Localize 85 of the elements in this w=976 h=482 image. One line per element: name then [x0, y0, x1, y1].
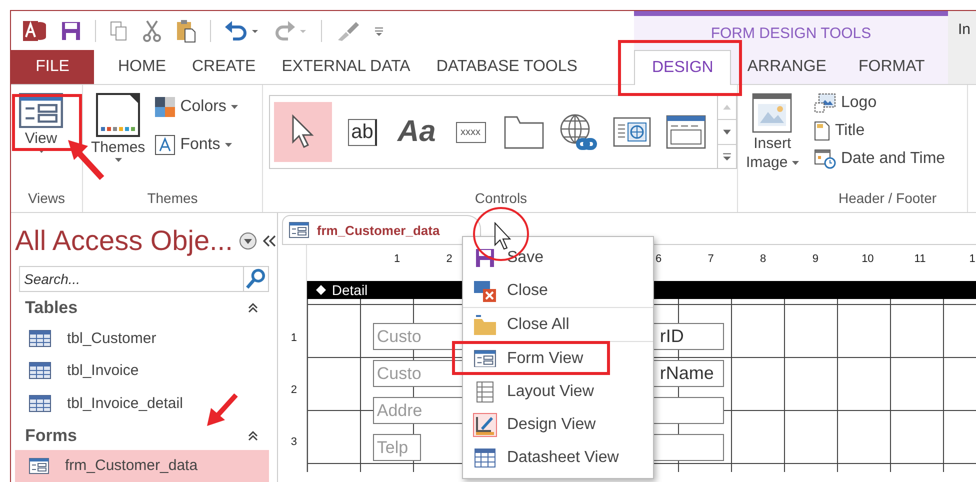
ribbon-tab[interactable]: DESIGN	[634, 50, 732, 85]
search-field[interactable]: Search...	[19, 266, 243, 292]
header-footer-button[interactable]: Logo	[812, 91, 879, 115]
table-icon	[29, 330, 51, 347]
customize-menu-icon[interactable]	[374, 24, 384, 36]
button-control-icon: xxxx	[456, 122, 486, 142]
navigation-item[interactable]: tbl_Invoice	[15, 354, 269, 388]
calendar-clock-icon	[814, 149, 836, 169]
annotation-arrow	[205, 392, 239, 428]
undo-icon[interactable]	[225, 20, 259, 40]
navigation-control-icon	[666, 115, 706, 149]
menu-item[interactable]: Datasheet View	[463, 441, 653, 474]
table-icon	[29, 362, 51, 380]
scroll-down-icon[interactable]	[718, 119, 736, 145]
color-swatch-icon	[155, 97, 176, 117]
ribbon-tab[interactable]: FILE	[11, 50, 94, 84]
page-icon	[814, 121, 830, 141]
group-label: Controls	[474, 190, 528, 208]
caret-icon	[225, 143, 232, 147]
group-heading: Forms	[25, 426, 77, 446]
account-name[interactable]: In	[948, 11, 976, 84]
header-footer-button[interactable]: Date and Time	[812, 147, 948, 171]
paste-icon[interactable]	[176, 18, 196, 42]
dropdown-icon[interactable]	[238, 232, 257, 250]
ribbon-tab[interactable]: EXTERNAL DATA	[268, 50, 424, 84]
gallery-item[interactable]: xxxx	[448, 102, 494, 162]
ribbon-tab[interactable]: HOME	[105, 50, 179, 84]
search-icon[interactable]	[242, 266, 269, 292]
font-letter-icon	[155, 135, 176, 155]
ribbon-tab[interactable]: DATABASE TOOLS	[423, 50, 590, 84]
header-footer-button[interactable]: Title	[812, 119, 867, 143]
caret-icon	[792, 160, 799, 164]
navigation-item[interactable]: frm_Customer_data	[15, 450, 269, 482]
window-close-icon	[473, 278, 497, 302]
save-icon[interactable]	[61, 20, 81, 40]
gallery-item[interactable]	[274, 102, 332, 162]
caret-icon	[231, 105, 238, 109]
ribbon-tab[interactable]: ARRANGE	[731, 50, 842, 84]
table-icon	[29, 394, 51, 412]
ribbon-tab[interactable]: CREATE	[179, 50, 269, 84]
layout-grid-icon	[475, 380, 495, 402]
navigation-item[interactable]: tbl_Invoice_detail	[15, 387, 269, 420]
collapse-pane-icon[interactable]	[262, 234, 277, 247]
web-browser-icon	[613, 117, 652, 147]
pointer-icon	[290, 114, 315, 150]
themes-icon	[96, 93, 140, 137]
gallery-item[interactable]: Aa	[394, 102, 440, 162]
ruler-pencil-icon	[473, 412, 497, 436]
brush-icon[interactable]	[336, 20, 360, 42]
form-icon	[29, 458, 49, 474]
group-label: Header / Footer	[837, 190, 938, 208]
cut-icon[interactable]	[142, 20, 162, 42]
group-label: Views	[26, 190, 66, 208]
insert-image-button[interactable]: Insert Image	[742, 91, 803, 173]
pane-title: All Access Obje...	[15, 224, 233, 257]
datasheet-icon	[474, 448, 496, 468]
caret-icon	[38, 149, 44, 154]
picture-frame-icon	[814, 93, 836, 113]
folder-icon	[473, 314, 497, 336]
collapse-icon[interactable]	[246, 302, 259, 314]
globe-link-icon	[558, 112, 598, 152]
copy-icon[interactable]	[110, 20, 128, 40]
app-logo-icon[interactable]	[23, 18, 47, 42]
themes-button[interactable]: Themes	[87, 91, 150, 164]
navigation-item[interactable]: tbl_Customer	[15, 322, 269, 355]
contextual-group-label: FORM DESIGN TOOLS	[710, 24, 872, 42]
gallery-item[interactable]: ab	[340, 102, 386, 162]
form-icon	[288, 222, 309, 238]
menu-item[interactable]: Close All	[463, 307, 653, 341]
document-tab[interactable]: frm_Customer_data	[282, 215, 481, 244]
ribbon-tab[interactable]: FORMAT	[842, 50, 941, 84]
label-control-icon: Aa	[397, 115, 436, 149]
form-icon	[19, 93, 63, 128]
image-icon	[752, 93, 792, 133]
caret-icon	[114, 158, 122, 162]
view-button[interactable]: View	[15, 91, 67, 156]
collapse-icon[interactable]	[246, 430, 259, 442]
group-heading: Tables	[25, 298, 78, 318]
form-view-icon	[474, 350, 496, 368]
group-label: Themes	[146, 190, 199, 208]
text-box-control-icon: ab	[348, 118, 378, 146]
fonts-button[interactable]: Fonts	[153, 133, 240, 157]
colors-button[interactable]: Colors	[153, 95, 240, 119]
section-icon	[314, 284, 327, 296]
folder-tab-icon	[504, 115, 544, 149]
